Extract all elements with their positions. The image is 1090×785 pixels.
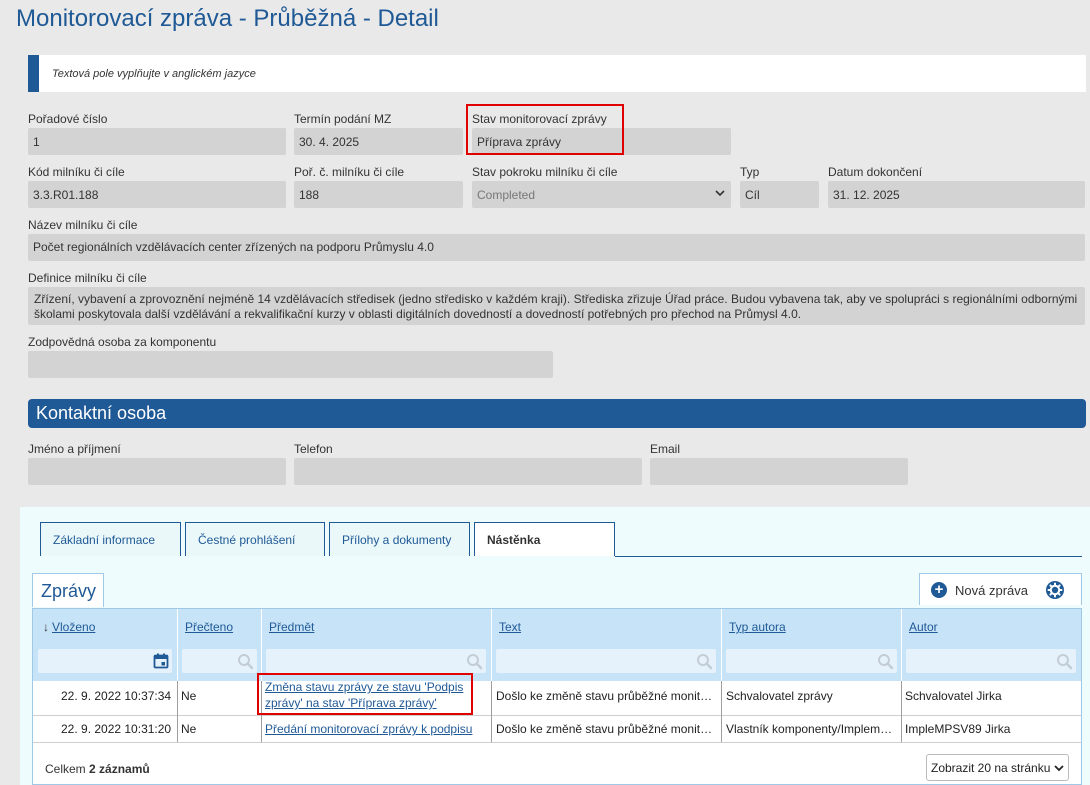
definice-milniku-field: Zřízení, vybavení a zprovoznění nejméně …: [28, 287, 1085, 325]
contact-phone-field: [294, 458, 642, 485]
typ-label: Typ: [740, 165, 760, 179]
tab-nastenka[interactable]: Nástěnka: [474, 522, 615, 556]
stav-zpravy-field: Příprava zprávy: [472, 128, 731, 155]
row-text: Došlo ke změně stavu průběžné monitorova…: [496, 722, 716, 736]
row-predmet-link[interactable]: Změna stavu zprávy ze stavu 'Podpis zprá…: [265, 679, 481, 711]
poradove-cislo-label: Pořadové číslo: [28, 112, 108, 126]
stav-pokroku-value: Completed: [477, 188, 536, 202]
typ-field: Cíl: [740, 181, 819, 208]
new-message-label: Nová zpráva: [955, 583, 1028, 598]
contact-name-field: [28, 458, 286, 485]
filter-autor-input[interactable]: [906, 649, 1076, 673]
messages-grid: ↓ Vloženo Přečteno Předmět Text Typ autor…: [32, 608, 1082, 785]
row-typ-autora: Vlastník komponenty/Implementátor: [726, 722, 896, 736]
row-precteno: Ne: [181, 689, 197, 703]
sort-arrow-icon: ↓: [43, 620, 49, 634]
stav-zpravy-label: Stav monitorovací zprávy: [472, 112, 607, 126]
contact-name-label: Jméno a příjmení: [28, 442, 121, 456]
datum-dokonceni-label: Datum dokončení: [828, 165, 923, 179]
stav-pokroku-label: Stav pokroku milníku či cíle: [472, 165, 618, 179]
nazev-milniku-field: Počet regionálních vzdělávacích center z…: [28, 234, 1085, 261]
column-header-predmet[interactable]: Předmět: [269, 620, 314, 634]
poradove-cislo-field: 1: [28, 128, 286, 155]
datum-dokonceni-field: 31. 12. 2025: [828, 181, 1085, 208]
search-icon: [238, 654, 254, 670]
contact-phone-label: Telefon: [294, 442, 333, 456]
definice-milniku-label: Definice milníku či cíle: [28, 271, 147, 285]
language-notice: Textová pole vyplňujte v anglickém jazyc…: [28, 55, 1086, 92]
por-c-milniku-label: Poř. č. milníku či cíle: [294, 165, 405, 179]
filter-typ-autora-input[interactable]: [726, 649, 897, 673]
tab-prilohy-a-dokumenty[interactable]: Přílohy a dokumenty: [329, 522, 470, 556]
zodpovedna-osoba-label: Zodpovědná osoba za komponentu: [28, 335, 217, 349]
kod-milniku-label: Kód milníku či cíle: [28, 165, 125, 179]
page-size-select[interactable]: Zobrazit 20 na stránku: [926, 754, 1069, 781]
column-header-autor[interactable]: Autor: [909, 620, 938, 634]
contact-email-field: [650, 458, 908, 485]
search-icon: [697, 654, 713, 670]
page-title: Monitorovací zpráva - Průběžná - Detail: [16, 5, 439, 32]
column-header-text[interactable]: Text: [499, 620, 521, 634]
row-typ-autora: Schvalovatel zprávy: [726, 689, 833, 703]
plus-icon: +: [931, 582, 947, 598]
page-size-label: Zobrazit 20 na stránku: [931, 761, 1051, 775]
tab-underline: [615, 556, 1082, 557]
row-precteno: Ne: [181, 722, 197, 736]
filter-vlozeno-input[interactable]: [38, 649, 172, 673]
search-icon: [1057, 654, 1073, 670]
row-autor: ImpleMPSV89 Jirka: [905, 722, 1011, 736]
por-c-milniku-field: 188: [294, 181, 463, 208]
termin-podani-label: Termín podání MZ: [294, 112, 392, 126]
row-vlozeno: 22. 9. 2022 10:37:34: [61, 689, 172, 703]
termin-podani-field: 30. 4. 2025: [294, 128, 463, 155]
row-predmet-link[interactable]: Předání monitorovací zprávy k podpisu: [265, 722, 487, 736]
contact-email-label: Email: [650, 442, 681, 456]
row-text: Došlo ke změně stavu průběžné monitorova…: [496, 689, 716, 703]
chevron-down-icon: [715, 190, 725, 197]
zodpovedna-osoba-field: [28, 351, 553, 378]
column-header-typ-autora[interactable]: Typ autora: [729, 620, 786, 634]
gear-icon[interactable]: [1046, 581, 1064, 599]
tab-zakladni-informace[interactable]: Základní informace: [40, 522, 181, 556]
filter-predmet-input[interactable]: [266, 649, 486, 673]
new-message-button[interactable]: + Nová zpráva: [919, 573, 1082, 605]
search-icon: [878, 654, 894, 670]
total-count: Celkem 2 záznamů: [45, 762, 150, 776]
stav-pokroku-select[interactable]: Completed: [472, 181, 731, 208]
row-vlozeno: 22. 9. 2022 10:31:20: [61, 722, 172, 736]
chevron-down-icon: [1054, 765, 1064, 772]
contact-section-header: Kontaktní osoba: [28, 399, 1086, 428]
tab-cestne-prohlaseni[interactable]: Čestné prohlášení: [185, 522, 325, 556]
filter-precteno-input[interactable]: [182, 649, 257, 673]
row-autor: Schvalovatel Jirka: [905, 689, 1002, 703]
column-header-vlozeno[interactable]: ↓ Vloženo: [43, 620, 95, 634]
calendar-icon[interactable]: [153, 653, 169, 669]
kod-milniku-field: 3.3.R01.188: [28, 181, 286, 208]
subtab-zpravy[interactable]: Zprávy: [32, 573, 104, 607]
search-icon: [467, 654, 483, 670]
nazev-milniku-label: Název milníku či cíle: [28, 218, 138, 232]
filter-text-input[interactable]: [496, 649, 716, 673]
column-header-precteno[interactable]: Přečteno: [185, 620, 233, 634]
